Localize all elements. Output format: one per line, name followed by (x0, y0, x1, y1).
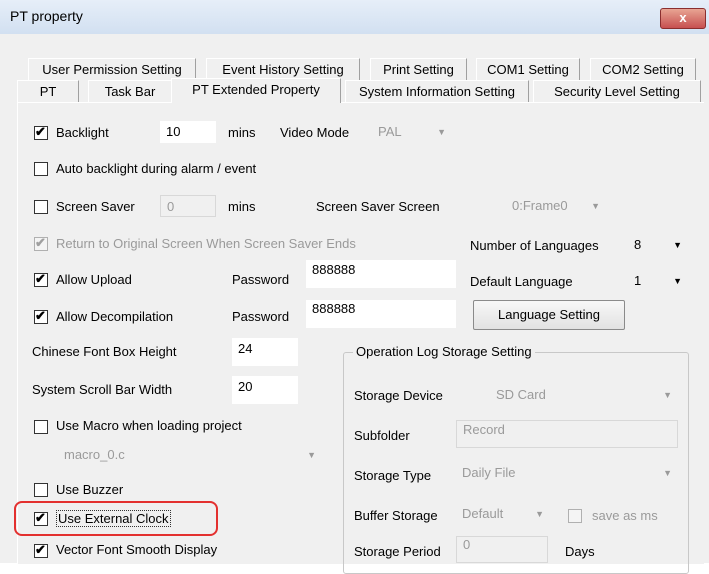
tab-pt-extended-property[interactable]: PT Extended Property (171, 78, 341, 103)
chevron-down-icon: ▼ (673, 240, 682, 250)
storage-type-value: Daily File (462, 465, 516, 480)
tab-com1-setting[interactable]: COM1 Setting (476, 58, 580, 80)
storage-period-label: Storage Period (354, 544, 441, 559)
backlight-minutes-input[interactable]: 10 (160, 121, 216, 143)
allow-decompilation-checkbox[interactable] (34, 308, 48, 324)
auto-backlight-label: Auto backlight during alarm / event (56, 161, 257, 176)
tab-security-level-setting[interactable]: Security Level Setting (533, 80, 701, 102)
vector-font-label: Vector Font Smooth Display (56, 542, 218, 557)
tab-user-permission-setting[interactable]: User Permission Setting (28, 58, 196, 80)
scroll-bar-width-label: System Scroll Bar Width (32, 382, 173, 397)
return-original-checkbox[interactable] (34, 235, 48, 251)
backlight-checkbox[interactable] (34, 124, 48, 140)
storage-type-label: Storage Type (354, 468, 432, 483)
storage-device-label: Storage Device (354, 388, 443, 403)
screen-saver-minutes-input[interactable]: 0 (160, 195, 216, 217)
storage-type-select[interactable]: Daily File ▼ (456, 462, 678, 484)
window-title: PT property (10, 8, 83, 24)
number-of-languages-label: Number of Languages (470, 238, 599, 253)
number-of-languages-value: 8 (634, 237, 642, 252)
tab-system-information-setting[interactable]: System Information Setting (345, 80, 529, 102)
tab-pt[interactable]: PT (17, 80, 79, 102)
buffer-storage-label: Buffer Storage (354, 508, 438, 523)
auto-backlight-checkbox[interactable] (34, 162, 48, 176)
allow-upload-label: Allow Upload (56, 272, 132, 287)
backlight-unit: mins (228, 125, 256, 140)
upload-password-label: Password (232, 272, 290, 287)
decompilation-password-label: Password (232, 309, 290, 324)
tab-print-setting[interactable]: Print Setting (370, 58, 467, 80)
storage-period-unit: Days (565, 544, 595, 559)
chevron-down-icon: ▼ (591, 201, 600, 211)
use-external-clock-checkbox[interactable] (34, 510, 48, 526)
buffer-storage-select[interactable]: Default ▼ (456, 503, 550, 525)
use-buzzer-checkbox[interactable] (34, 483, 48, 497)
subfolder-label: Subfolder (354, 428, 410, 443)
storage-period-input[interactable]: 0 (456, 536, 548, 563)
chevron-down-icon: ▼ (663, 390, 672, 400)
upload-password-input[interactable]: 888888 (306, 260, 456, 288)
video-mode-value: PAL (378, 124, 402, 139)
save-as-ms-label: save as ms (592, 508, 658, 523)
backlight-label: Backlight (56, 125, 109, 140)
default-language-select[interactable]: 1 ▼ (628, 270, 688, 292)
use-macro-checkbox[interactable] (34, 420, 48, 434)
chinese-font-label: Chinese Font Box Height (32, 344, 177, 359)
number-of-languages-select[interactable]: 8 ▼ (628, 234, 688, 256)
allow-decompilation-label: Allow Decompilation (56, 309, 174, 324)
chevron-down-icon: ▼ (673, 276, 682, 286)
screen-saver-screen-select[interactable]: 0:Frame0 ▼ (506, 195, 606, 217)
screen-saver-label: Screen Saver (56, 199, 135, 214)
screen-saver-screen-value: 0:Frame0 (512, 198, 568, 213)
video-mode-select[interactable]: PAL ▼ (372, 121, 452, 143)
title-bar (0, 0, 709, 35)
video-mode-label: Video Mode (280, 125, 350, 140)
language-setting-button[interactable]: Language Setting (473, 300, 625, 330)
storage-device-select[interactable]: SD Card ▼ (490, 384, 678, 406)
save-as-ms-checkbox[interactable] (568, 509, 582, 523)
storage-device-value: SD Card (496, 387, 546, 402)
screen-saver-screen-label: Screen Saver Screen (316, 199, 440, 214)
chevron-down-icon: ▼ (535, 509, 544, 519)
chevron-down-icon: ▼ (663, 468, 672, 478)
tab-task-bar[interactable]: Task Bar (88, 80, 172, 102)
buffer-storage-value: Default (462, 506, 504, 521)
screen-saver-unit: mins (228, 199, 256, 214)
default-language-value: 1 (634, 273, 642, 288)
tab-com2-setting[interactable]: COM2 Setting (590, 58, 696, 80)
default-language-label: Default Language (470, 274, 573, 289)
vector-font-checkbox[interactable] (34, 542, 48, 558)
use-macro-label: Use Macro when loading project (56, 418, 242, 433)
use-external-clock-label: Use External Clock (56, 510, 171, 527)
chevron-down-icon: ▼ (437, 127, 446, 137)
use-buzzer-label: Use Buzzer (56, 482, 124, 497)
macro-file-value: macro_0.c (64, 447, 125, 462)
scroll-bar-width-input[interactable]: 20 (232, 376, 298, 404)
chevron-down-icon: ▼ (307, 450, 316, 460)
macro-file-select[interactable]: macro_0.c ▼ (58, 444, 322, 466)
tab-event-history-setting[interactable]: Event History Setting (206, 58, 360, 80)
decompilation-password-input[interactable]: 888888 (306, 300, 456, 328)
close-button[interactable]: x (660, 8, 706, 29)
close-icon: x (679, 10, 687, 25)
subfolder-input[interactable]: Record (456, 420, 678, 448)
return-original-label: Return to Original Screen When Screen Sa… (56, 236, 356, 251)
allow-upload-checkbox[interactable] (34, 271, 48, 287)
operation-log-title: Operation Log Storage Setting (353, 344, 535, 359)
screen-saver-checkbox[interactable] (34, 200, 48, 214)
chinese-font-input[interactable]: 24 (232, 338, 298, 366)
